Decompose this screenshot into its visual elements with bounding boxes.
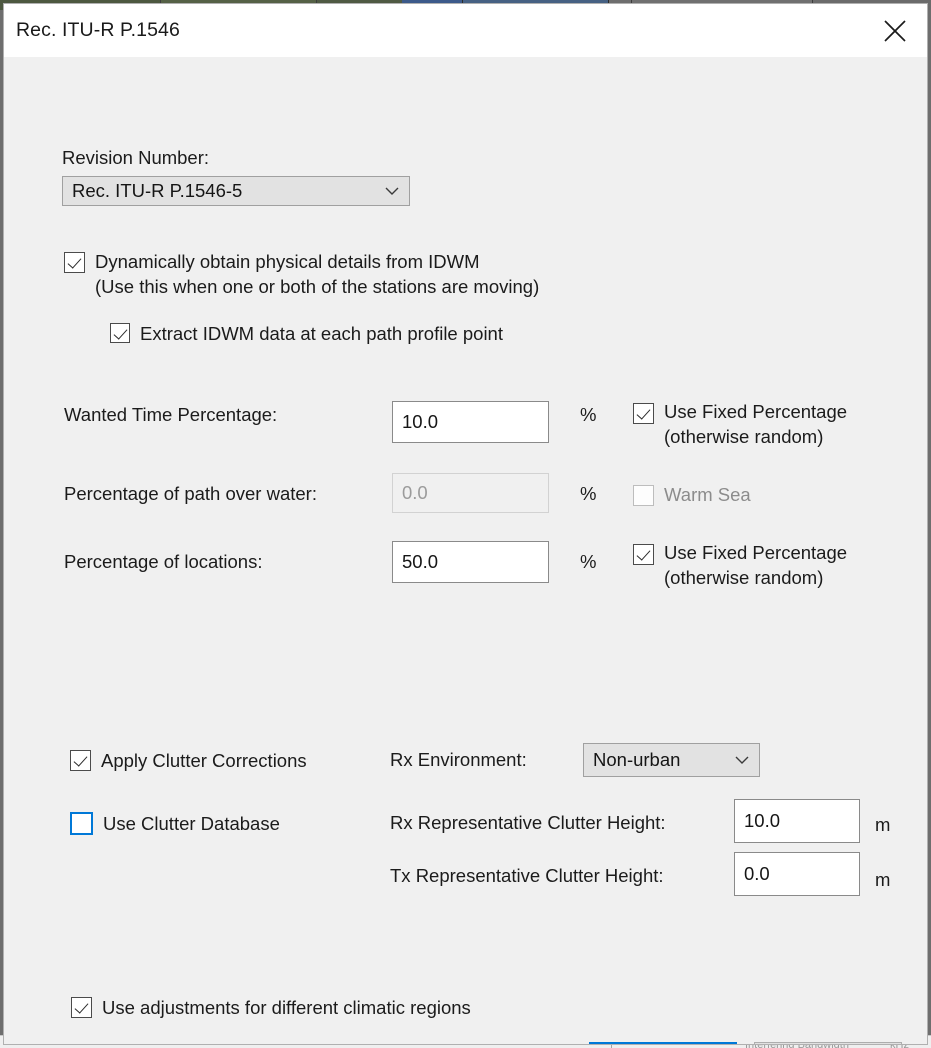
percentage-of-locations-unit: % — [580, 551, 597, 572]
rec-itu-r-p1546-dialog: Rec. ITU-R P.1546 Revision Number: Rec. … — [3, 3, 928, 1045]
climatic-regions-checkbox[interactable] — [71, 997, 92, 1018]
dialog-body: Revision Number: Rec. ITU-R P.1546-5 Dyn… — [4, 57, 927, 1044]
revision-number-label: Revision Number: — [62, 147, 210, 168]
extract-idwm-label: Extract IDWM data at each path profile p… — [140, 323, 503, 344]
path-over-water-unit: % — [580, 483, 597, 504]
use-clutter-database-checkbox-row[interactable]: Use Clutter Database — [70, 811, 280, 836]
percentage-of-locations-input[interactable]: 50.0 — [392, 541, 549, 583]
path-over-water-label: Percentage of path over water: — [64, 483, 317, 504]
ok-button[interactable]: OK — [589, 1042, 737, 1044]
locations-use-fixed-label: Use Fixed Percentage (otherwise random) — [664, 540, 847, 590]
locations-use-fixed-checkbox-row[interactable]: Use Fixed Percentage (otherwise random) — [633, 540, 847, 590]
wanted-time-use-fixed-line1: Use Fixed Percentage — [664, 401, 848, 422]
extract-idwm-checkbox[interactable] — [110, 323, 130, 343]
wanted-time-percentage-unit: % — [580, 404, 597, 425]
use-clutter-database-checkbox[interactable] — [70, 812, 93, 835]
cancel-button[interactable]: Cancel — [754, 1042, 902, 1044]
chevron-down-icon — [384, 186, 400, 196]
rx-clutter-height-unit: m — [875, 814, 891, 835]
dynamically-obtain-idwm-line1: Dynamically obtain physical details from… — [95, 251, 480, 272]
rx-clutter-height-input[interactable]: 10.0 — [734, 799, 860, 843]
rx-environment-label: Rx Environment: — [390, 749, 527, 770]
wanted-time-use-fixed-line2: (otherwise random) — [664, 426, 824, 447]
locations-use-fixed-line1: Use Fixed Percentage — [664, 542, 848, 563]
use-clutter-database-label: Use Clutter Database — [103, 813, 280, 834]
close-button[interactable] — [863, 4, 927, 57]
wanted-time-use-fixed-checkbox[interactable] — [633, 403, 654, 424]
wanted-time-percentage-label: Wanted Time Percentage: — [64, 404, 278, 425]
warm-sea-label: Warm Sea — [664, 484, 751, 505]
path-over-water-input[interactable]: 0.0 — [392, 473, 549, 513]
tx-clutter-height-label: Tx Representative Clutter Height: — [390, 865, 664, 886]
close-icon — [882, 18, 908, 44]
dynamically-obtain-idwm-checkbox[interactable] — [64, 252, 85, 273]
revision-number-value: Rec. ITU-R P.1546-5 — [72, 180, 243, 201]
chevron-down-icon — [734, 755, 750, 765]
climatic-regions-checkbox-row[interactable]: Use adjustments for different climatic r… — [71, 995, 471, 1020]
wanted-time-use-fixed-checkbox-row[interactable]: Use Fixed Percentage (otherwise random) — [633, 399, 847, 449]
rx-environment-combobox[interactable]: Non-urban — [583, 743, 760, 777]
dynamically-obtain-idwm-line2: (Use this when one or both of the statio… — [95, 276, 540, 297]
percentage-of-locations-value: 50.0 — [402, 551, 439, 572]
wanted-time-percentage-value: 10.0 — [402, 411, 439, 432]
apply-clutter-corrections-checkbox-row[interactable]: Apply Clutter Corrections — [70, 748, 307, 773]
percentage-of-locations-label: Percentage of locations: — [64, 551, 263, 572]
path-over-water-value: 0.0 — [402, 482, 428, 503]
rx-clutter-height-label: Rx Representative Clutter Height: — [390, 812, 666, 833]
dynamically-obtain-idwm-label: Dynamically obtain physical details from… — [95, 249, 539, 299]
dialog-titlebar: Rec. ITU-R P.1546 — [4, 4, 927, 57]
wanted-time-use-fixed-label: Use Fixed Percentage (otherwise random) — [664, 399, 847, 449]
extract-idwm-checkbox-row[interactable]: Extract IDWM data at each path profile p… — [110, 321, 503, 346]
warm-sea-checkbox-row[interactable]: Warm Sea — [633, 482, 751, 507]
tx-clutter-height-value: 0.0 — [744, 863, 770, 884]
apply-clutter-corrections-label: Apply Clutter Corrections — [101, 750, 307, 771]
rx-environment-value: Non-urban — [593, 749, 681, 770]
dynamically-obtain-idwm-checkbox-row[interactable]: Dynamically obtain physical details from… — [64, 249, 539, 299]
revision-number-combobox[interactable]: Rec. ITU-R P.1546-5 — [62, 176, 410, 206]
climatic-regions-label: Use adjustments for different climatic r… — [102, 997, 471, 1018]
apply-clutter-corrections-checkbox[interactable] — [70, 750, 91, 771]
warm-sea-checkbox[interactable] — [633, 485, 654, 506]
rx-clutter-height-value: 10.0 — [744, 810, 781, 831]
tx-clutter-height-unit: m — [875, 869, 891, 890]
wanted-time-percentage-input[interactable]: 10.0 — [392, 401, 549, 443]
locations-use-fixed-line2: (otherwise random) — [664, 567, 824, 588]
tx-clutter-height-input[interactable]: 0.0 — [734, 852, 860, 896]
dialog-title: Rec. ITU-R P.1546 — [16, 19, 180, 41]
locations-use-fixed-checkbox[interactable] — [633, 544, 654, 565]
